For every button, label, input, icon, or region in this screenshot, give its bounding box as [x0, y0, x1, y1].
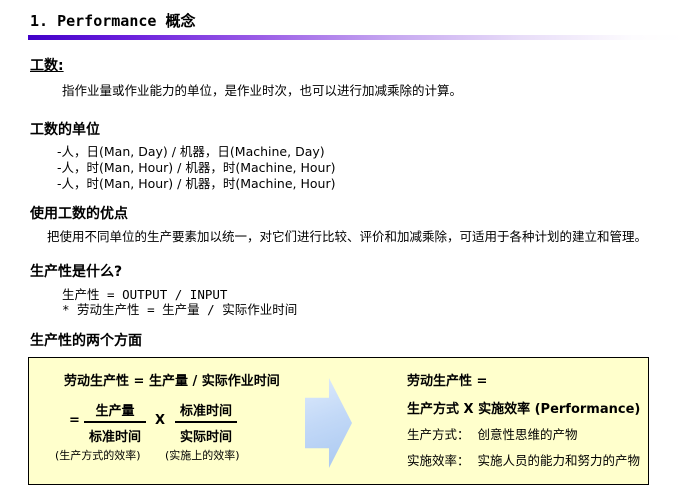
heading-gongshu: 工数:: [30, 55, 64, 75]
heading-what-is-productivity: 生产性是什么?: [30, 261, 122, 281]
page-title: 1. Performance 概念: [30, 10, 195, 31]
right-arrow-icon: [305, 378, 352, 468]
heading-gongshu-units: 工数的单位: [30, 119, 100, 139]
gongshu-unit-list: -人，日(Man, Day) / 机器，日(Machine, Day) -人，时…: [57, 144, 335, 192]
fraction-denominator: 标准时间: [84, 423, 146, 445]
unit-list-item: -人，日(Man, Day) / 机器，日(Machine, Day): [57, 144, 335, 160]
body-gongshu-merit: 把使用不同单位的生产要素加以统一，对它们进行比较、评价和加减乘除，可适用于各种计…: [47, 226, 647, 245]
productivity-box: 劳动生产性 = 生产量 / 实际作业时间 = 生产量 标准时间 X 标准时间 实…: [28, 357, 649, 485]
unit-list-item: -人，时(Man, Hour) / 机器，时(Machine, Hour): [57, 176, 335, 192]
implementation-efficiency-label: 实施效率：: [407, 453, 470, 468]
labor-productivity-formula-line: * 劳动生产性 = 生产量 / 实际作业时间: [62, 302, 297, 317]
body-gongshu: 指作业量或作业能力的单位，是作业时次，也可以进行加减乘除的计算。: [62, 80, 462, 99]
box-right-title: 劳动生产性 =: [407, 370, 487, 389]
slide-page: 1. Performance 概念 工数: 指作业量或作业能力的单位，是作业时次…: [0, 0, 690, 492]
fraction-production-method: 生产量 标准时间: [84, 400, 146, 445]
production-method-label: 生产方式：: [407, 427, 470, 442]
fraction-numerator: 生产量: [84, 400, 146, 423]
multiply-sign: X: [155, 413, 165, 428]
accent-divider: [28, 35, 686, 40]
heading-two-aspects: 生产性的两个方面: [30, 330, 142, 350]
equals-sign: =: [69, 413, 80, 428]
fraction-implementation-efficiency: 标准时间 实际时间: [175, 400, 237, 445]
production-method-value: 创意性思维的产物: [478, 427, 578, 442]
box-left-formula-title: 劳动生产性 = 生产量 / 实际作业时间: [64, 370, 280, 389]
production-method-row: 生产方式： 创意性思维的产物: [407, 424, 578, 443]
implementation-efficiency-row: 实施效率： 实施人员的能力和努力的产物: [407, 450, 640, 469]
box-right-formula: 生产方式 X 实施效率 (Performance): [407, 398, 640, 417]
productivity-definition-lines: 生产性 = OUTPUT / INPUT * 劳动生产性 = 生产量 / 实际作…: [62, 287, 297, 317]
fraction-numerator: 标准时间: [175, 400, 237, 423]
label-method-efficiency: (生产方式的效率): [55, 447, 141, 463]
label-implementation-efficiency: (实施上的效率): [165, 447, 240, 463]
unit-list-item: -人，时(Man, Hour) / 机器，时(Machine, Hour): [57, 160, 335, 176]
implementation-efficiency-value: 实施人员的能力和努力的产物: [478, 453, 641, 468]
heading-gongshu-merit: 使用工数的优点: [30, 203, 128, 223]
fraction-denominator: 实际时间: [175, 423, 237, 445]
productivity-formula-line: 生产性 = OUTPUT / INPUT: [62, 287, 297, 302]
